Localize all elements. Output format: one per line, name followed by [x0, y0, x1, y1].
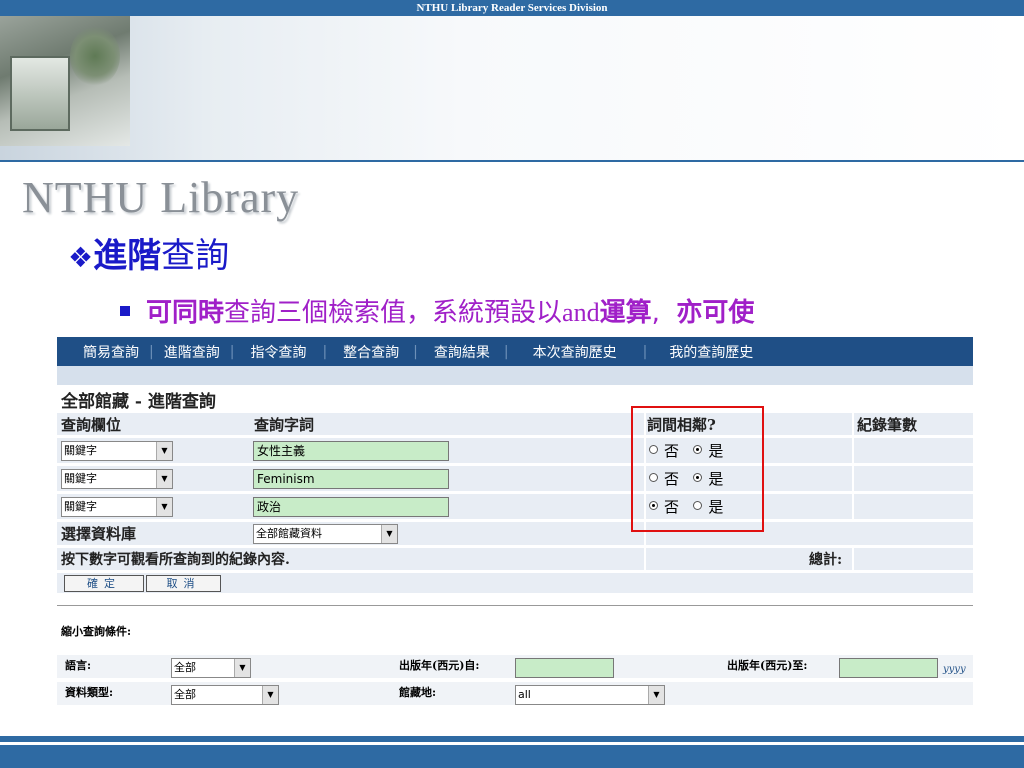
opac-screenshot: 簡易查詢 | 進階查詢 | 指令查詢 | 整合查詢 | 查詢結果 | 本次查詢歷… — [57, 337, 973, 711]
nav-advanced-search[interactable]: 進階查詢 — [154, 342, 230, 362]
language-select[interactable]: 全部 ▼ — [171, 658, 251, 678]
search-row-2: 關鍵字 ▼ Feminism 否 是 — [57, 466, 973, 493]
database-select-value: 全部館藏資料 — [256, 527, 322, 540]
col-term-header: 查詢字詞 — [254, 416, 315, 434]
search-row-3: 關鍵字 ▼ 政治 否 是 — [57, 494, 973, 521]
sub-bar — [57, 366, 973, 385]
cell-divider — [644, 548, 646, 570]
library-logo-text: NTHU Library — [22, 173, 300, 222]
footer-stripe — [0, 736, 1024, 742]
filter-row-2: 資料類型: 全部 ▼ 館藏地: all ▼ — [57, 682, 973, 707]
form-title: 全部館藏 - 進階查詢 — [61, 392, 216, 412]
cell-divider — [852, 466, 854, 491]
adjacent-highlight-box — [631, 406, 764, 532]
nav-my-history[interactable]: 我的查詢歷史 — [647, 342, 763, 362]
header-banner — [0, 16, 1024, 162]
year-from-label: 出版年(西元)自: — [399, 659, 480, 672]
section-divider — [57, 605, 973, 606]
dropdown-arrow-icon: ▼ — [648, 686, 664, 704]
cell-divider — [852, 413, 854, 435]
year-from-input[interactable] — [515, 658, 614, 678]
dropdown-arrow-icon: ▼ — [156, 498, 172, 516]
location-select[interactable]: all ▼ — [515, 685, 665, 705]
square-bullet-icon — [120, 305, 130, 316]
cell-divider — [852, 494, 854, 519]
window-title: NTHU Library Reader Services Division — [416, 2, 608, 14]
bullet-en: and — [562, 298, 600, 327]
database-select[interactable]: 全部館藏資料 ▼ — [253, 524, 398, 544]
hint-row: 按下數字可觀看所查詢到的紀錄內容. 總計: — [57, 548, 973, 572]
total-label: 總計: — [809, 552, 843, 568]
slide-bullet: 可同時查詢三個檢索值，系統預設以and運算, 亦可使 — [120, 292, 754, 329]
cancel-button[interactable]: 取消 — [146, 575, 221, 592]
nav-session-history[interactable]: 本次查詢歷史 — [509, 342, 643, 362]
bullet-bold: 可同時 — [146, 298, 225, 328]
type-select-value: 全部 — [174, 688, 196, 701]
col-field-header: 查詢欄位 — [61, 416, 122, 434]
column-header-row: 查詢欄位 查詢字詞 詞間相鄰? 紀錄筆數 — [57, 413, 973, 437]
banner-divider — [0, 160, 1024, 162]
field-select-value: 關鍵字 — [64, 472, 97, 485]
database-label: 選擇資料庫 — [61, 525, 137, 543]
diamond-bullet-icon: ❖ — [68, 241, 94, 274]
field-select-2[interactable]: 關鍵字 ▼ — [61, 469, 173, 489]
field-select-value: 關鍵字 — [64, 500, 97, 513]
location-select-value: all — [518, 688, 531, 701]
type-label: 資料類型: — [65, 686, 114, 699]
bullet-sep: , — [651, 298, 660, 328]
term-input-2[interactable]: Feminism — [253, 469, 449, 489]
bullet-end: 亦可使 — [676, 298, 755, 328]
nav-search-results[interactable]: 查詢結果 — [418, 342, 504, 362]
dropdown-arrow-icon: ▼ — [381, 525, 397, 543]
button-row: 確定 取消 — [57, 573, 973, 595]
slide-heading: ❖進階查詢 — [68, 228, 229, 277]
field-select-value: 關鍵字 — [64, 444, 97, 457]
col-count-header: 紀錄筆數 — [857, 416, 918, 434]
dropdown-arrow-icon: ▼ — [156, 442, 172, 460]
nav-simple-search[interactable]: 簡易查詢 — [57, 342, 149, 362]
bullet-mid: 查詢三個檢索值，系統預設以 — [224, 298, 563, 328]
library-entrance-photo — [0, 16, 130, 146]
nav-command-search[interactable]: 指令查詢 — [234, 342, 322, 362]
field-select-3[interactable]: 關鍵字 ▼ — [61, 497, 173, 517]
hint-text: 按下數字可觀看所查詢到的紀錄內容. — [61, 552, 290, 568]
search-row-1: 關鍵字 ▼ 女性主義 否 是 — [57, 438, 973, 465]
year-to-input[interactable] — [839, 658, 938, 678]
filter-heading: 縮小查詢條件: — [61, 625, 132, 638]
heading-rest: 查詢 — [161, 236, 230, 276]
year-to-label: 出版年(西元)至: — [727, 659, 808, 672]
location-label: 館藏地: — [399, 686, 437, 699]
field-select-1[interactable]: 關鍵字 ▼ — [61, 441, 173, 461]
footer-bar — [0, 745, 1024, 768]
type-select[interactable]: 全部 ▼ — [171, 685, 279, 705]
nav-bar: 簡易查詢 | 進階查詢 | 指令查詢 | 整合查詢 | 查詢結果 | 本次查詢歷… — [57, 337, 973, 366]
cell-divider — [852, 548, 854, 570]
dropdown-arrow-icon: ▼ — [156, 470, 172, 488]
bullet-bold2: 運算 — [599, 298, 652, 328]
cell-divider — [852, 438, 854, 463]
term-input-3[interactable]: 政治 — [253, 497, 449, 517]
language-select-value: 全部 — [174, 661, 196, 674]
dropdown-arrow-icon: ▼ — [262, 686, 278, 704]
entrance-door-graphic — [10, 56, 70, 131]
dropdown-arrow-icon: ▼ — [234, 659, 250, 677]
confirm-button[interactable]: 確定 — [64, 575, 144, 592]
language-label: 語言: — [65, 659, 92, 672]
year-format-hint: yyyy — [943, 664, 966, 675]
plant-graphic — [70, 26, 120, 86]
term-input-1[interactable]: 女性主義 — [253, 441, 449, 461]
heading-bold: 進階 — [93, 236, 162, 276]
window-title-bar: NTHU Library Reader Services Division — [0, 0, 1024, 16]
database-row: 選擇資料庫 全部館藏資料 ▼ — [57, 522, 973, 547]
nav-integrated-search[interactable]: 整合查詢 — [327, 342, 413, 362]
filter-row-1: 語言: 全部 ▼ 出版年(西元)自: 出版年(西元)至: yyyy — [57, 655, 973, 680]
